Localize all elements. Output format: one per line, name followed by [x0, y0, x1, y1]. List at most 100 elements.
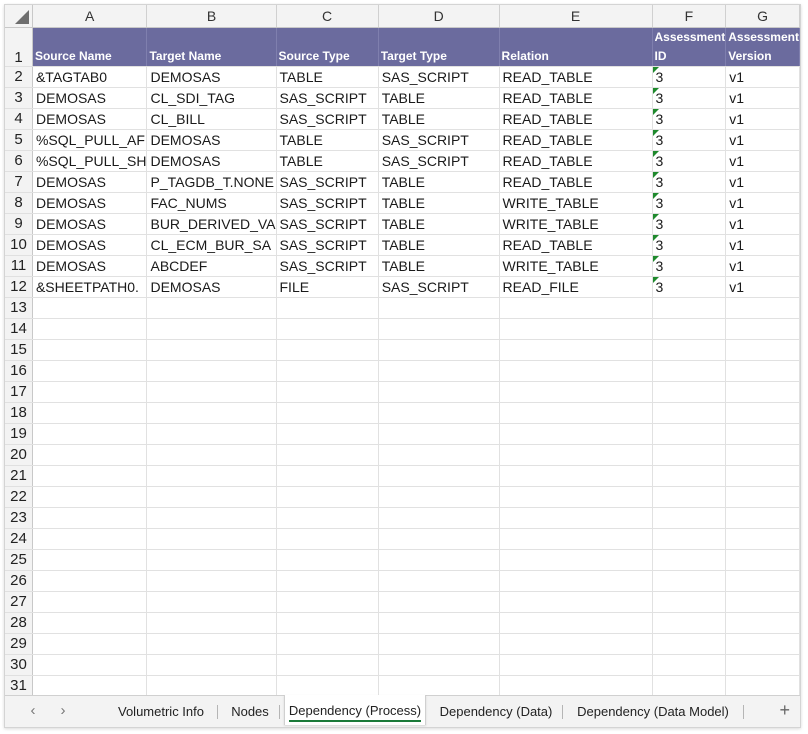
cell[interactable]: CL_SDI_TAG — [146, 87, 277, 109]
cell[interactable] — [499, 591, 653, 613]
row-header[interactable]: 18 — [5, 402, 33, 424]
cell[interactable]: v1 — [725, 276, 800, 298]
cell[interactable]: v1 — [725, 255, 800, 277]
cell[interactable]: CL_ECM_BUR_SA — [146, 234, 277, 256]
cell[interactable] — [499, 633, 653, 655]
cell[interactable] — [276, 528, 379, 550]
cell[interactable] — [725, 570, 800, 592]
cell[interactable]: v1 — [725, 234, 800, 256]
cell[interactable] — [146, 339, 277, 361]
cell[interactable]: SAS_SCRIPT — [276, 255, 379, 277]
row-header[interactable]: 17 — [5, 381, 33, 403]
cell[interactable] — [276, 423, 379, 445]
cell[interactable]: DEMOSAS — [32, 213, 148, 235]
cell[interactable] — [276, 381, 379, 403]
cell[interactable] — [32, 444, 148, 466]
row-header[interactable]: 20 — [5, 444, 33, 466]
cell[interactable] — [32, 381, 148, 403]
cell[interactable] — [652, 402, 727, 424]
cell[interactable]: TABLE — [378, 192, 500, 214]
header-cell[interactable]: Source Name — [32, 27, 148, 67]
cell[interactable] — [276, 360, 379, 382]
cell[interactable] — [499, 423, 653, 445]
row-header[interactable]: 14 — [5, 318, 33, 340]
cell[interactable]: TABLE — [378, 255, 500, 277]
cell[interactable]: v1 — [725, 192, 800, 214]
cell[interactable]: v1 — [725, 171, 800, 193]
cell[interactable] — [378, 591, 500, 613]
cell[interactable]: TABLE — [276, 150, 379, 172]
cell[interactable] — [146, 549, 277, 571]
number-stored-as-text-cell[interactable]: 3 — [652, 192, 727, 214]
cell[interactable] — [725, 633, 800, 655]
cell[interactable] — [378, 570, 500, 592]
column-header-d[interactable]: D — [378, 5, 500, 28]
cell[interactable] — [276, 675, 379, 697]
cell[interactable] — [652, 339, 727, 361]
column-header-b[interactable]: B — [146, 5, 277, 28]
column-header-f[interactable]: F — [652, 5, 727, 28]
cell[interactable]: BUR_DERIVED_VA — [146, 213, 277, 235]
cell[interactable] — [499, 507, 653, 529]
cell[interactable] — [378, 612, 500, 634]
cell[interactable]: SAS_SCRIPT — [378, 129, 500, 151]
column-header-g[interactable]: G — [725, 5, 800, 28]
row-header[interactable]: 10 — [5, 234, 33, 256]
cell[interactable]: SAS_SCRIPT — [276, 213, 379, 235]
cell[interactable] — [652, 591, 727, 613]
cell[interactable] — [725, 360, 800, 382]
cell[interactable] — [32, 570, 148, 592]
cell[interactable] — [499, 675, 653, 697]
cell[interactable] — [652, 423, 727, 445]
cell[interactable] — [652, 549, 727, 571]
cell[interactable]: DEMOSAS — [146, 66, 277, 88]
cell[interactable] — [378, 549, 500, 571]
row-header[interactable]: 9 — [5, 213, 33, 235]
cell[interactable] — [276, 444, 379, 466]
cell[interactable]: %SQL_PULL_AF — [32, 129, 148, 151]
cell[interactable] — [32, 486, 148, 508]
tab-scroll-left-icon[interactable]: ‹ — [25, 702, 41, 719]
cell[interactable] — [276, 297, 379, 319]
cell[interactable]: ABCDEF — [146, 255, 277, 277]
cell[interactable]: P_TAGDB_T.NONE — [146, 171, 277, 193]
cell[interactable]: SAS_SCRIPT — [276, 87, 379, 109]
cell[interactable]: TABLE — [378, 171, 500, 193]
cell[interactable] — [652, 633, 727, 655]
cell[interactable] — [499, 654, 653, 676]
cell[interactable] — [652, 675, 727, 697]
cell[interactable] — [32, 675, 148, 697]
cell[interactable]: DEMOSAS — [32, 255, 148, 277]
tab-scroll-right-icon[interactable]: › — [55, 702, 71, 719]
row-header[interactable]: 8 — [5, 192, 33, 214]
tab-dependency-process[interactable]: Dependency (Process) — [284, 695, 426, 725]
column-header-a[interactable]: A — [32, 5, 148, 28]
number-stored-as-text-cell[interactable]: 3 — [652, 129, 727, 151]
row-header[interactable]: 13 — [5, 297, 33, 319]
cell[interactable]: TABLE — [378, 87, 500, 109]
number-stored-as-text-cell[interactable]: 3 — [652, 66, 727, 88]
cell[interactable] — [725, 465, 800, 487]
cell[interactable] — [725, 297, 800, 319]
cell[interactable] — [725, 612, 800, 634]
row-header[interactable]: 31 — [5, 675, 33, 697]
row-header[interactable]: 26 — [5, 570, 33, 592]
number-stored-as-text-cell[interactable]: 3 — [652, 171, 727, 193]
cell[interactable]: READ_TABLE — [499, 108, 653, 130]
number-stored-as-text-cell[interactable]: 3 — [652, 276, 727, 298]
cell[interactable]: DEMOSAS — [146, 129, 277, 151]
cell[interactable] — [32, 507, 148, 529]
cell[interactable]: DEMOSAS — [32, 108, 148, 130]
cell[interactable] — [32, 360, 148, 382]
number-stored-as-text-cell[interactable]: 3 — [652, 234, 727, 256]
cell[interactable] — [276, 318, 379, 340]
cell[interactable] — [725, 486, 800, 508]
cell[interactable]: v1 — [725, 108, 800, 130]
row-header[interactable]: 21 — [5, 465, 33, 487]
cell[interactable] — [146, 654, 277, 676]
cell[interactable]: v1 — [725, 87, 800, 109]
cell[interactable]: DEMOSAS — [32, 192, 148, 214]
cell[interactable] — [146, 297, 277, 319]
header-cell[interactable]: Source Type — [276, 27, 379, 67]
cell[interactable]: TABLE — [378, 234, 500, 256]
